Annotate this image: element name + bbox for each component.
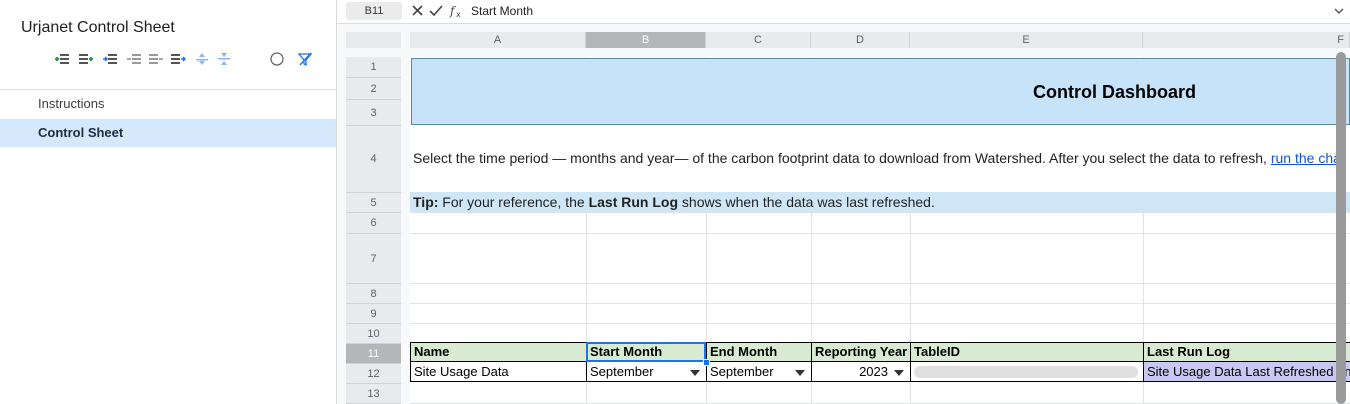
- tip-label: Tip:: [413, 194, 439, 210]
- grid-line: [410, 323, 1350, 324]
- confirm-icon[interactable]: [429, 4, 443, 17]
- dropdown-arrow-icon[interactable]: [894, 370, 904, 376]
- function-icon[interactable]: fx: [449, 3, 465, 19]
- sidebar-item-label: Instructions: [38, 96, 105, 111]
- row-header-6[interactable]: 6: [346, 213, 401, 234]
- svg-text:x: x: [456, 10, 461, 19]
- sidebar-item-label: Control Sheet: [38, 125, 124, 140]
- name-cell[interactable]: Site Usage Data: [410, 362, 586, 382]
- dropdown-arrow-icon[interactable]: [795, 370, 805, 376]
- header-cell-name[interactable]: Name: [410, 342, 586, 362]
- last-run-log-cell[interactable]: Site Usage Data Last Refreshed on: [1143, 362, 1350, 382]
- instructions-text: Select the time period — months and year…: [413, 150, 1344, 166]
- insert-row-icon[interactable]: [102, 51, 118, 67]
- grid-line: [410, 283, 1350, 284]
- tip-before: For your reference, the: [442, 194, 585, 210]
- chevron-down-icon[interactable]: [1333, 5, 1345, 17]
- cancel-icon[interactable]: [411, 4, 424, 17]
- row-header-9[interactable]: 9: [346, 304, 401, 324]
- cell-area[interactable]: Control Dashboard Select the time period…: [410, 57, 1350, 404]
- row-header-12[interactable]: 12: [346, 364, 401, 384]
- move-right-icon[interactable]: [170, 51, 186, 67]
- reporting-year-dropdown[interactable]: 2023: [811, 362, 910, 382]
- column-header-e[interactable]: E: [910, 32, 1143, 48]
- end-month-value: September: [710, 364, 774, 379]
- formula-value[interactable]: Start Month: [471, 4, 533, 18]
- column-header-d[interactable]: D: [811, 32, 910, 48]
- tip-bar: Tip: For your reference, the Last Run Lo…: [410, 192, 1350, 212]
- end-month-dropdown[interactable]: September: [706, 362, 811, 382]
- instructions-sentence: Select the time period — months and year…: [413, 150, 1267, 166]
- grid-line: [410, 303, 1350, 304]
- tip-bold: Last Run Log: [588, 194, 679, 210]
- sidebar-item-control-sheet[interactable]: Control Sheet: [0, 119, 336, 147]
- add-row-below-icon[interactable]: [78, 51, 94, 67]
- indent-icon[interactable]: [148, 51, 164, 67]
- run-chain-link[interactable]: run the chai: [1271, 150, 1344, 166]
- row-header-11[interactable]: 11: [346, 344, 401, 364]
- column-header-b[interactable]: B: [586, 32, 706, 48]
- row-header-2[interactable]: 2: [346, 78, 401, 100]
- start-month-value: September: [590, 364, 654, 379]
- grid-line: [410, 212, 1350, 213]
- redacted-tableid: [914, 366, 1138, 378]
- move-down-icon[interactable]: [216, 51, 232, 67]
- row-header-7[interactable]: 7: [346, 234, 401, 284]
- select-all-corner[interactable]: [346, 32, 401, 48]
- spreadsheet-grid: A B C D E F 1 2 3 4 5 6 7 8 9 10 11 12 1…: [337, 24, 1350, 404]
- tip-after: shows when the data was last refreshed.: [681, 194, 935, 210]
- row-header-10[interactable]: 10: [346, 324, 401, 344]
- sidebar: Urjanet Control Sheet Instructions Contr…: [0, 0, 337, 404]
- outdent-icon[interactable]: [126, 51, 142, 67]
- circle-icon[interactable]: [269, 51, 285, 67]
- name-box[interactable]: B11: [346, 2, 402, 20]
- row-header-1[interactable]: 1: [346, 57, 401, 78]
- selected-cell-b11[interactable]: [586, 342, 706, 362]
- formula-bar: B11 fx Start Month: [337, 0, 1350, 24]
- sidebar-item-instructions[interactable]: Instructions: [0, 90, 336, 118]
- header-cell-last-run-log[interactable]: Last Run Log: [1143, 342, 1350, 362]
- column-header-f[interactable]: F: [1143, 32, 1350, 48]
- header-cell-reporting-year[interactable]: Reporting Year: [811, 342, 910, 362]
- dropdown-arrow-icon[interactable]: [690, 370, 700, 376]
- header-cell-tableid[interactable]: TableID: [910, 342, 1143, 362]
- clear-filter-icon[interactable]: [297, 51, 313, 67]
- move-up-icon[interactable]: [194, 51, 210, 67]
- tip-text: Tip: For your reference, the Last Run Lo…: [413, 194, 935, 210]
- row-header-8[interactable]: 8: [346, 284, 401, 304]
- dashboard-title: Control Dashboard: [1033, 82, 1197, 102]
- add-row-above-icon[interactable]: [54, 51, 70, 67]
- row-header-3[interactable]: 3: [346, 100, 401, 126]
- column-header-a[interactable]: A: [410, 32, 586, 48]
- sidebar-title: Urjanet Control Sheet: [21, 19, 175, 36]
- row-header-13[interactable]: 13: [346, 384, 401, 404]
- grid-line: [410, 233, 1350, 234]
- column-header-c[interactable]: C: [706, 32, 811, 48]
- vertical-scrollbar[interactable]: [1336, 52, 1346, 404]
- header-cell-end-month[interactable]: End Month: [706, 342, 811, 362]
- row-header-4[interactable]: 4: [346, 126, 401, 193]
- dashboard-banner: Control Dashboard: [411, 58, 1350, 125]
- row-header-5[interactable]: 5: [346, 193, 401, 213]
- reporting-year-value: 2023: [859, 364, 888, 379]
- fill-handle[interactable]: [703, 359, 710, 366]
- start-month-dropdown[interactable]: September: [586, 362, 706, 382]
